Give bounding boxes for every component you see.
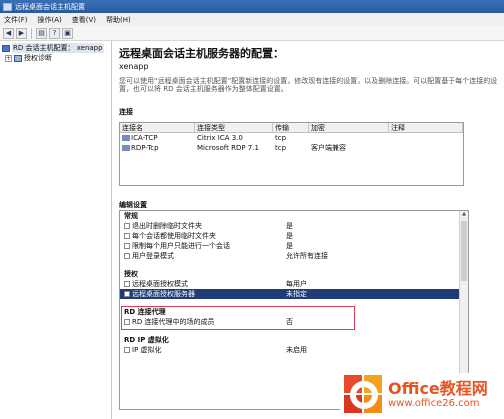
setting-icon <box>124 347 130 353</box>
help-icon[interactable]: ? <box>49 27 60 39</box>
expand-icon[interactable]: + <box>5 54 12 62</box>
menu-view[interactable]: 查看(V) <box>72 15 96 25</box>
setting-icon <box>124 291 130 297</box>
menu-action[interactable]: 操作(A) <box>38 15 62 25</box>
setting-icon <box>124 281 130 287</box>
table-row[interactable]: ICA-TCP Citrix ICA 3.0 tcp <box>120 133 463 143</box>
watermark: Office教程网 www.office26.com <box>340 373 502 417</box>
server-name: xenapp <box>119 62 149 71</box>
setting-label: 每个会话都使用临时文件夹 <box>132 232 216 240</box>
tree-item-root-label: RD 会话主机配置： xenapp <box>12 43 104 53</box>
scroll-thumb[interactable] <box>461 221 467 281</box>
setting-label: IP 虚拟化 <box>132 346 162 354</box>
setting-value: 每用户 <box>286 280 307 288</box>
tree-item-root[interactable]: RD 会话主机配置： xenapp <box>2 43 109 53</box>
group-general: 常规 <box>124 212 138 220</box>
setting-icon <box>124 253 130 259</box>
setting-value: 是 <box>286 232 293 240</box>
setting-label: 用户登录模式 <box>132 252 174 260</box>
setting-row[interactable]: RD 连接代理中的场的成员 否 <box>120 317 468 327</box>
setting-label: 限制每个用户只能进行一个会话 <box>132 242 230 250</box>
title-bar: 远程桌面会话主机配置 <box>0 0 504 13</box>
console-tree-icon[interactable]: ▤ <box>36 27 47 39</box>
setting-label: 远程桌面授权模式 <box>132 280 188 288</box>
setting-row[interactable]: 远程桌面授权模式 每用户 <box>120 279 468 289</box>
watermark-url: www.office26.com <box>388 398 480 409</box>
scroll-up-icon[interactable]: ▲ <box>460 211 468 219</box>
table-header: 连接名 连接类型 传输 加密 注释 <box>120 123 463 133</box>
menu-help[interactable]: 帮助(H) <box>106 15 131 25</box>
connection-type: Citrix ICA 3.0 <box>197 134 243 142</box>
setting-value: 未指定 <box>286 290 307 298</box>
tree-item-child-label: 授权诊断 <box>24 54 52 62</box>
connection-name: ICA-TCP <box>131 134 158 142</box>
setting-icon <box>124 319 130 325</box>
setting-icon <box>124 243 130 249</box>
group-ip-virtualization: RD IP 虚拟化 <box>124 336 169 344</box>
connection-type: Microsoft RDP 7.1 <box>197 144 259 152</box>
connection-encryption: 客户端兼容 <box>311 144 346 152</box>
column-header-name[interactable]: 连接名 <box>120 123 195 132</box>
connection-name: RDP-Tcp <box>131 144 159 152</box>
group-rd-broker: RD 连接代理 <box>124 308 166 316</box>
connections-table: 连接名 连接类型 传输 加密 注释 ICA-TCP Citrix ICA 3.0… <box>119 122 464 186</box>
setting-label: RD 连接代理中的场的成员 <box>132 318 215 326</box>
window-title: 远程桌面会话主机配置 <box>15 2 85 11</box>
tree-item-licensing-diagnosis[interactable]: + 授权诊断 <box>2 53 109 63</box>
setting-row[interactable]: 退出时删除临时文件夹 是 <box>120 221 468 231</box>
setting-icon <box>124 233 130 239</box>
diagnosis-icon <box>14 54 22 62</box>
connection-transport: tcp <box>275 144 287 152</box>
setting-value: 允许所有连接 <box>286 252 328 260</box>
connection-transport: tcp <box>275 134 287 142</box>
setting-icon <box>124 223 130 229</box>
setting-row[interactable]: IP 虚拟化 未启用 <box>120 345 468 355</box>
setting-label: 远程桌面授权服务器 <box>132 290 195 298</box>
setting-row[interactable]: 每个会话都使用临时文件夹 是 <box>120 231 468 241</box>
table-row[interactable]: RDP-Tcp Microsoft RDP 7.1 tcp 客户端兼容 <box>120 143 463 153</box>
column-header-encryption[interactable]: 加密 <box>309 123 389 132</box>
setting-row[interactable]: 限制每个用户只能进行一个会话 是 <box>120 241 468 251</box>
connection-icon <box>122 135 130 141</box>
app-icon <box>3 2 12 11</box>
setting-row-selected[interactable]: 远程桌面授权服务器 未指定 <box>120 289 468 299</box>
watermark-title: Office教程网 <box>388 379 488 398</box>
setting-value: 未启用 <box>286 346 307 354</box>
console-tree: RD 会话主机配置： xenapp + 授权诊断 <box>0 41 112 419</box>
column-header-comment[interactable]: 注释 <box>389 123 463 132</box>
forward-icon[interactable]: ▶ <box>16 27 27 39</box>
toolbar-separator <box>31 27 32 39</box>
menu-bar: 文件(F) 操作(A) 查看(V) 帮助(H) <box>0 13 504 26</box>
setting-row[interactable]: 用户登录模式 允许所有连接 <box>120 251 468 261</box>
toolbar: ◀ ▶ ▤ ? ▣ <box>0 26 504 41</box>
properties-icon[interactable]: ▣ <box>62 27 73 39</box>
group-licensing: 授权 <box>124 270 138 278</box>
connections-title: 连接 <box>119 108 133 116</box>
setting-value: 是 <box>286 242 293 250</box>
menu-file[interactable]: 文件(F) <box>4 15 28 25</box>
connection-icon <box>122 145 130 151</box>
edit-settings-title: 编辑设置 <box>119 201 147 209</box>
column-header-transport[interactable]: 传输 <box>273 123 309 132</box>
setting-value: 否 <box>286 318 293 326</box>
office-logo-icon <box>344 375 384 415</box>
column-header-type[interactable]: 连接类型 <box>195 123 273 132</box>
page-description: 您可以使用“远程桌面会话主机配置”配置新连接的设置，修改现有连接的设置，以及删除… <box>119 77 498 93</box>
computer-icon <box>2 44 10 52</box>
setting-label: 退出时删除临时文件夹 <box>132 222 202 230</box>
back-icon[interactable]: ◀ <box>3 27 14 39</box>
page-title: 远程桌面会话主机服务器的配置： <box>119 47 284 60</box>
setting-value: 是 <box>286 222 293 230</box>
